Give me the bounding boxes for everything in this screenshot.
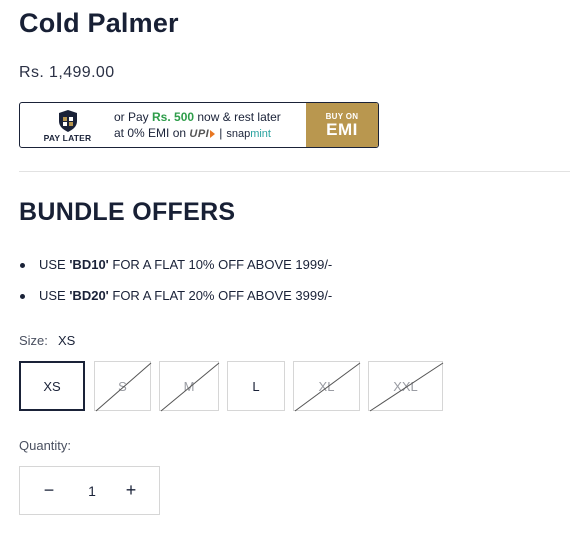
size-option-xs[interactable]: XS bbox=[19, 361, 85, 411]
plus-icon: + bbox=[125, 480, 137, 500]
section-divider bbox=[19, 171, 570, 172]
quantity-label: Quantity: bbox=[19, 438, 72, 453]
snap-text: snap bbox=[226, 128, 251, 140]
snapmint-emi-banner[interactable]: PAY LATER or Pay Rs. 500 now & rest late… bbox=[19, 102, 379, 148]
emi-line1-post: now & rest later bbox=[194, 110, 281, 124]
offer-text: FOR A FLAT 20% OFF ABOVE 3999/- bbox=[108, 288, 333, 303]
offer-text: USE bbox=[39, 257, 70, 272]
offer-code: 'BD20' bbox=[69, 288, 109, 303]
size-option-s[interactable]: S bbox=[94, 361, 152, 412]
emi-label: EMI bbox=[326, 120, 358, 139]
bundle-offers-title: BUNDLE OFFERS bbox=[19, 198, 236, 226]
unavailable-strike bbox=[369, 362, 444, 412]
size-option-label: XS bbox=[43, 378, 61, 394]
mint-text: mint bbox=[250, 128, 271, 140]
offer-text: FOR A FLAT 10% OFF ABOVE 1999/- bbox=[108, 257, 333, 272]
selected-size-value: XS bbox=[58, 333, 76, 348]
shield-icon bbox=[59, 110, 77, 132]
size-option-l[interactable]: L bbox=[227, 361, 285, 411]
decrease-quantity-button[interactable]: − bbox=[26, 467, 72, 514]
size-option-label: L bbox=[252, 378, 260, 394]
offer-text: USE bbox=[39, 288, 70, 303]
unavailable-strike bbox=[160, 362, 220, 412]
upi-logo: UPI bbox=[189, 128, 210, 140]
emi-amount: Rs. 500 bbox=[152, 110, 195, 124]
bundle-offers-list: USE 'BD10' FOR A FLAT 10% OFF ABOVE 1999… bbox=[19, 256, 332, 318]
product-price: Rs. 1,499.00 bbox=[19, 64, 115, 81]
emi-line2-pre: at 0% EMI on bbox=[114, 126, 190, 140]
bullet-icon bbox=[20, 294, 25, 299]
size-label: Size: bbox=[19, 333, 48, 348]
pay-later-label: PAY LATER bbox=[43, 133, 92, 143]
size-option-xxl[interactable]: XXL bbox=[368, 361, 444, 412]
unavailable-strike bbox=[95, 362, 152, 412]
pay-later-section: PAY LATER bbox=[20, 103, 115, 147]
upi-arrow-icon bbox=[210, 130, 216, 138]
separator: | bbox=[219, 126, 223, 140]
snapmint-logo: snapmint bbox=[226, 128, 271, 140]
emi-text: or Pay Rs. 500 now & rest later at 0% EM… bbox=[114, 109, 314, 142]
product-title: Cold Palmer bbox=[19, 8, 179, 38]
list-item: USE 'BD20' FOR A FLAT 20% OFF ABOVE 3999… bbox=[19, 287, 332, 318]
bullet-icon bbox=[20, 263, 25, 268]
quantity-stepper: − + bbox=[19, 466, 160, 515]
size-option-m[interactable]: M bbox=[159, 361, 220, 412]
size-option-xl[interactable]: XL bbox=[293, 361, 361, 412]
minus-icon: − bbox=[43, 480, 55, 500]
unavailable-strike bbox=[294, 362, 361, 412]
emi-line1-pre: or Pay bbox=[114, 110, 153, 124]
increase-quantity-button[interactable]: + bbox=[108, 467, 154, 514]
list-item: USE 'BD10' FOR A FLAT 10% OFF ABOVE 1999… bbox=[19, 256, 332, 287]
buy-on-emi-button[interactable]: BUY ON EMI bbox=[306, 103, 378, 147]
offer-code: 'BD10' bbox=[69, 257, 109, 272]
